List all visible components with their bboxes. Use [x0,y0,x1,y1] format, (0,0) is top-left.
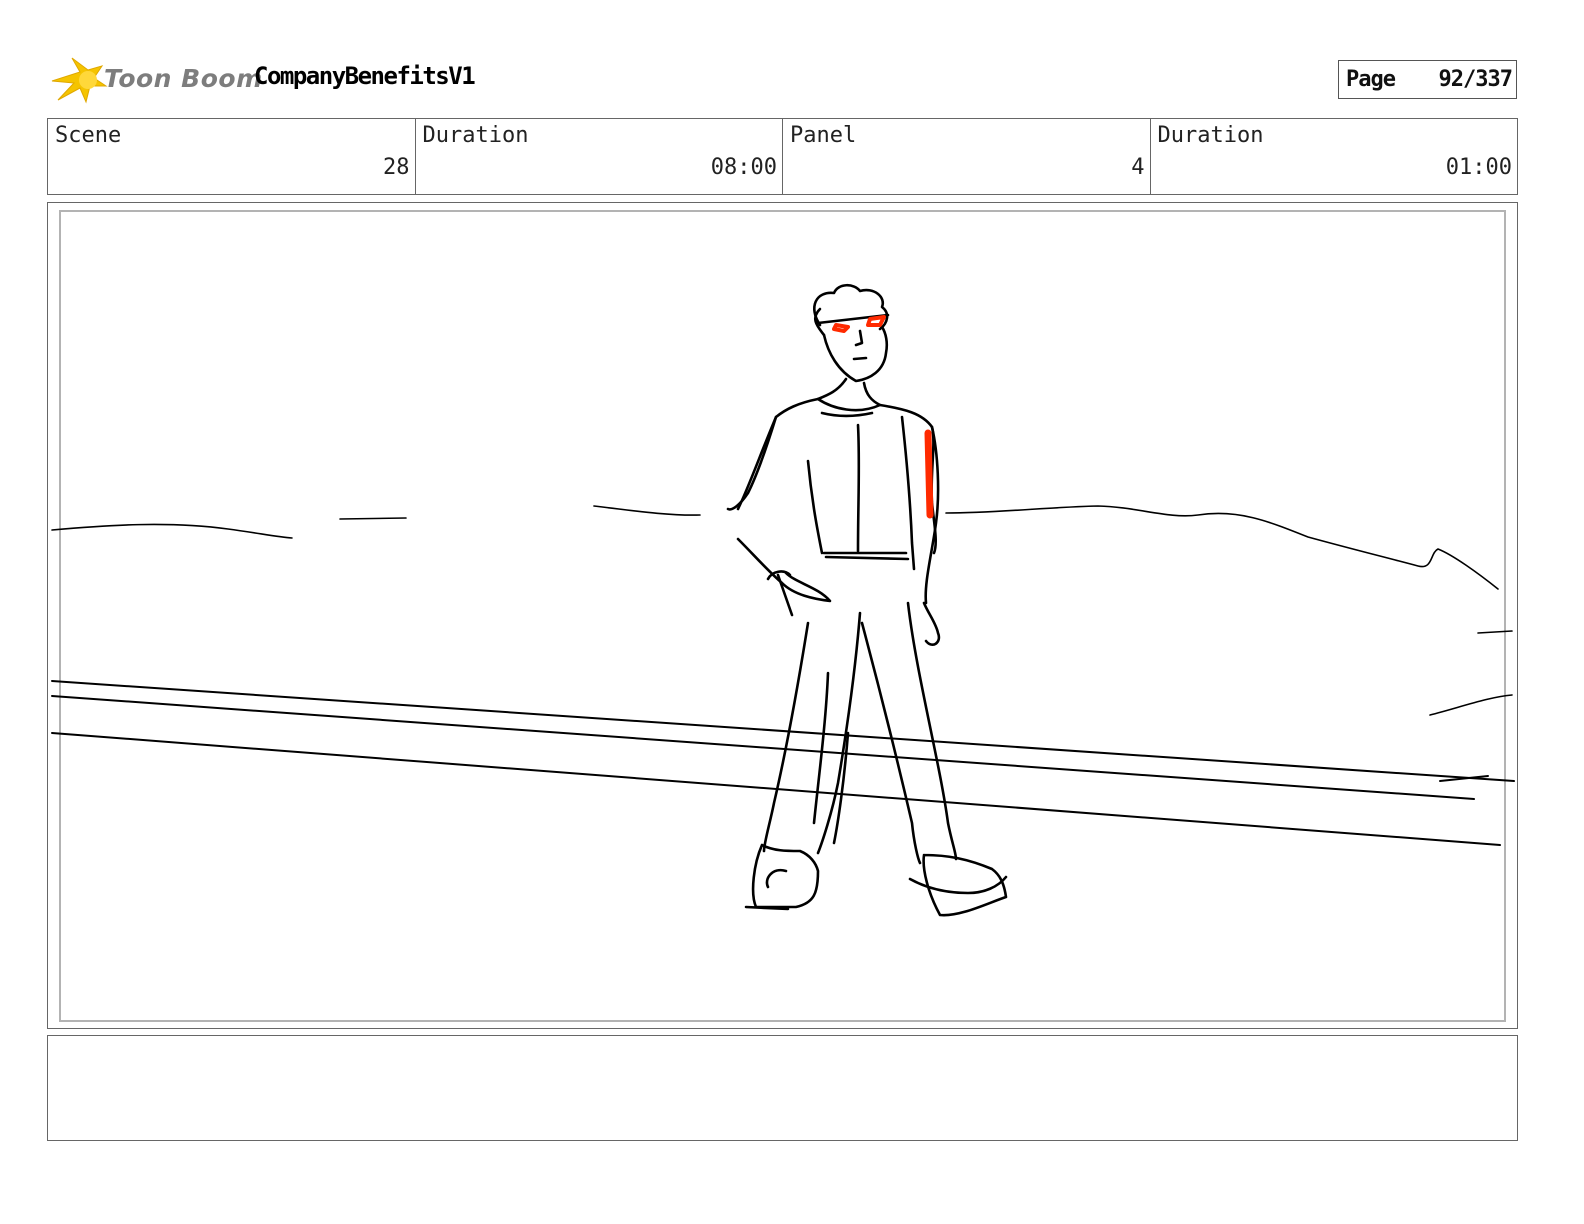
panel-notes [47,1035,1518,1141]
scene-cell: Scene 28 [48,119,416,194]
scene-label: Scene [55,123,122,148]
logo-text: Toon Boom [104,64,263,93]
scene-duration-value: 08:00 [710,155,777,180]
background-horizon [51,505,1513,716]
panel-label: Panel [790,123,857,148]
storyboard-panel [47,202,1518,1029]
panel-info-row: Scene 28 Duration 08:00 Panel 4 Duration… [47,118,1518,195]
panel-duration-label: Duration [1157,123,1264,148]
panel-sketch [51,283,1515,917]
page-number: 92/337 [1438,67,1513,92]
panel-duration-cell: Duration 01:00 [1151,119,1518,194]
panel-duration-value: 01:00 [1445,155,1512,180]
scene-duration-label: Duration [422,123,529,148]
panel-value: 4 [1131,155,1145,180]
page-indicator: Page 92/337 [1338,60,1517,99]
project-title: CompanyBenefitsV1 [254,62,476,90]
character-sketch [726,283,1008,917]
panel-cell: Panel 4 [783,119,1151,194]
page-label: Page [1346,67,1396,92]
starburst-icon [51,57,108,104]
scene-value: 28 [383,155,410,180]
scene-duration-cell: Duration 08:00 [416,119,783,194]
